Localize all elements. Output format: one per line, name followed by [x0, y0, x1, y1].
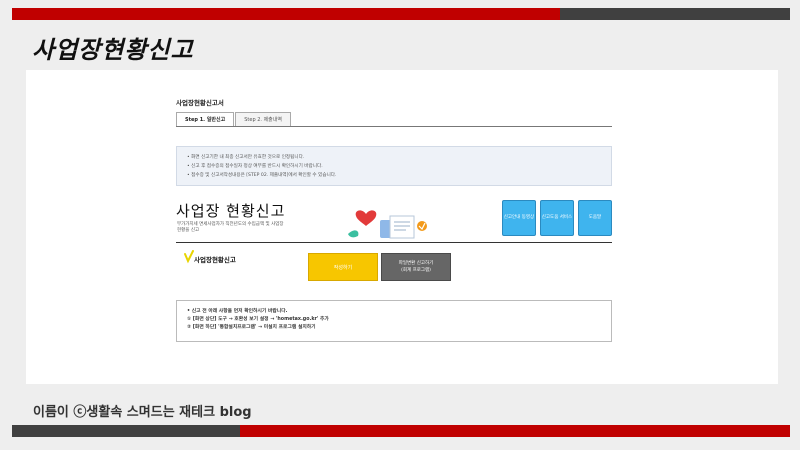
file-convert-button[interactable]: 파일변환 신고하기 (회계 프로그램) [381, 253, 451, 281]
check-mark-icon [184, 250, 194, 264]
guide-box: • 신고 전 아래 사항을 먼저 확인하시기 바랍니다. ① [화면 상단] 도… [176, 300, 612, 342]
tax-illustration-icon [348, 210, 427, 239]
screenshot-panel: 사업장현황신고서 Step 1. 일반신고 Step 2. 제출내역 • 화면 … [26, 70, 778, 384]
top-grey-bar [560, 8, 790, 20]
notice-line: • 접수증 및 신고서작성내용은 [STEP 02. 제출내역]에서 확인할 수… [187, 173, 337, 178]
guide-video-button[interactable]: 신고안내 동영상 [502, 200, 536, 236]
bottom-red-bar [240, 425, 790, 437]
form-title: 사업장현황신고서 [176, 99, 224, 107]
slide-title: 사업장현황신고 [32, 36, 194, 64]
guide-line: ① [화면 상단] 도구 → 호환성 보기 설정 → 'hometax.go.k… [187, 317, 329, 322]
top-red-bar [12, 8, 560, 20]
footer-credit: 이름이 ⓒ생활속 스며드는 재테크 blog [33, 405, 252, 420]
file-convert-label: 파일변환 신고하기 [398, 261, 434, 266]
notice-box: • 화면 신고기한 내 최종 신고서만 유효한 것으로 인정됩니다. • 신고 … [176, 146, 612, 186]
tab-step1[interactable]: Step 1. 일반신고 [176, 112, 235, 127]
page-title: 사업장 현황신고 [176, 202, 286, 220]
notice-line: • 신고 후 접수증의 접수일자 정상 여부를 반드시 확인하시기 바랍니다. [187, 164, 323, 169]
section-label: 사업장현황신고 [194, 256, 236, 264]
write-button[interactable]: 작성하기 [308, 253, 378, 281]
bottom-grey-bar [12, 425, 240, 437]
section-divider [176, 242, 612, 243]
page-subtitle: 부가가치세 면세사업자가 직전년도의 수입금액 및 사업장현황을 신고 [177, 222, 284, 233]
help-service-button[interactable]: 신고도움 서비스 [540, 200, 574, 236]
tab-step2[interactable]: Step 2. 제출내역 [235, 112, 291, 127]
file-convert-sublabel: (회계 프로그램) [401, 268, 431, 273]
tab-bar: Step 1. 일반신고 Step 2. 제출내역 [176, 112, 292, 127]
guide-line: • 신고 전 아래 사항을 먼저 확인하시기 바랍니다. [187, 309, 288, 314]
notice-line: • 화면 신고기한 내 최종 신고서만 유효한 것으로 인정됩니다. [187, 155, 305, 160]
tab-divider [176, 126, 612, 127]
help-button[interactable]: 도움말 [578, 200, 612, 236]
guide-line: ② [화면 하단] '통합설치프로그램' → 미설치 프로그램 설치하기 [187, 325, 316, 330]
